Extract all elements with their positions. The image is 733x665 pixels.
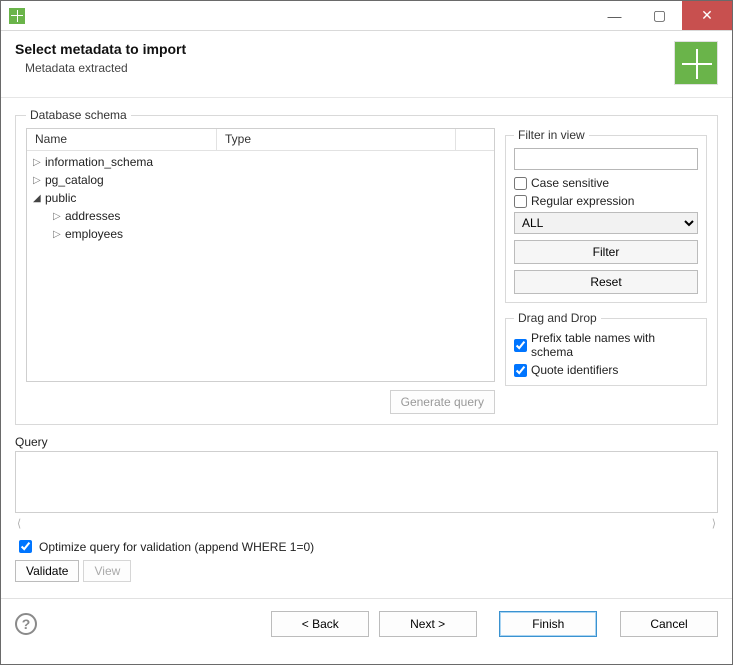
finish-button[interactable]: Finish [499, 611, 597, 637]
scroll-right-icon[interactable]: ⟩ [712, 517, 716, 530]
filter-group: Filter in view Case sensitive Regular ex… [505, 128, 707, 303]
regex-checkbox[interactable]: Regular expression [514, 194, 698, 208]
filter-input[interactable] [514, 148, 698, 170]
scroll-left-icon[interactable]: ⟨ [17, 517, 21, 530]
app-icon [9, 8, 25, 24]
chevron-right-icon[interactable]: ▷ [33, 157, 45, 168]
tree-item[interactable]: ▷ employees [27, 225, 494, 243]
chevron-down-icon[interactable]: ◢ [33, 193, 45, 204]
close-button[interactable]: ✕ [682, 1, 732, 30]
wizard-header: Select metadata to import Metadata extra… [1, 31, 732, 95]
chevron-right-icon[interactable]: ▷ [53, 211, 65, 222]
minimize-button[interactable]: — [592, 1, 637, 30]
case-sensitive-checkbox[interactable]: Case sensitive [514, 176, 698, 190]
filter-button[interactable]: Filter [514, 240, 698, 264]
help-icon[interactable]: ? [15, 613, 37, 635]
column-spacer [456, 129, 494, 150]
view-button[interactable]: View [83, 560, 131, 582]
tree-header: Name Type [27, 129, 494, 151]
database-schema-legend: Database schema [26, 108, 131, 122]
validate-button[interactable]: Validate [15, 560, 79, 582]
tree-item[interactable]: ▷ pg_catalog [27, 171, 494, 189]
column-type[interactable]: Type [217, 129, 456, 150]
drag-drop-group: Drag and Drop Prefix table names with sc… [505, 311, 707, 386]
query-textarea[interactable] [15, 451, 718, 513]
cancel-button[interactable]: Cancel [620, 611, 718, 637]
filter-legend: Filter in view [514, 128, 589, 142]
schema-tree[interactable]: Name Type ▷ information_schema ▷ pg_cata… [26, 128, 495, 382]
drag-drop-legend: Drag and Drop [514, 311, 601, 325]
database-schema-group: Database schema Name Type ▷ information_… [15, 108, 718, 425]
next-button[interactable]: Next > [379, 611, 477, 637]
prefix-schema-checkbox[interactable]: Prefix table names with schema [514, 331, 698, 359]
banner-icon [674, 41, 718, 85]
query-scrollbar[interactable]: ⟨ ⟩ [15, 515, 718, 531]
page-subtitle: Metadata extracted [25, 61, 666, 75]
titlebar: — ▢ ✕ [1, 1, 732, 31]
wizard-footer: ? < Back Next > Finish Cancel [1, 598, 732, 637]
chevron-right-icon[interactable]: ▷ [53, 229, 65, 240]
tree-item[interactable]: ▷ information_schema [27, 153, 494, 171]
query-label: Query [15, 435, 718, 449]
page-title: Select metadata to import [15, 41, 666, 57]
tree-item[interactable]: ◢ public [27, 189, 494, 207]
tree-item[interactable]: ▷ addresses [27, 207, 494, 225]
back-button[interactable]: < Back [271, 611, 369, 637]
column-name[interactable]: Name [27, 129, 217, 150]
optimize-query-checkbox[interactable]: Optimize query for validation (append WH… [15, 537, 718, 556]
reset-button[interactable]: Reset [514, 270, 698, 294]
filter-scope-select[interactable]: ALL [514, 212, 698, 234]
quote-identifiers-checkbox[interactable]: Quote identifiers [514, 363, 698, 377]
chevron-right-icon[interactable]: ▷ [33, 175, 45, 186]
maximize-button[interactable]: ▢ [637, 1, 682, 30]
generate-query-button[interactable]: Generate query [390, 390, 495, 414]
